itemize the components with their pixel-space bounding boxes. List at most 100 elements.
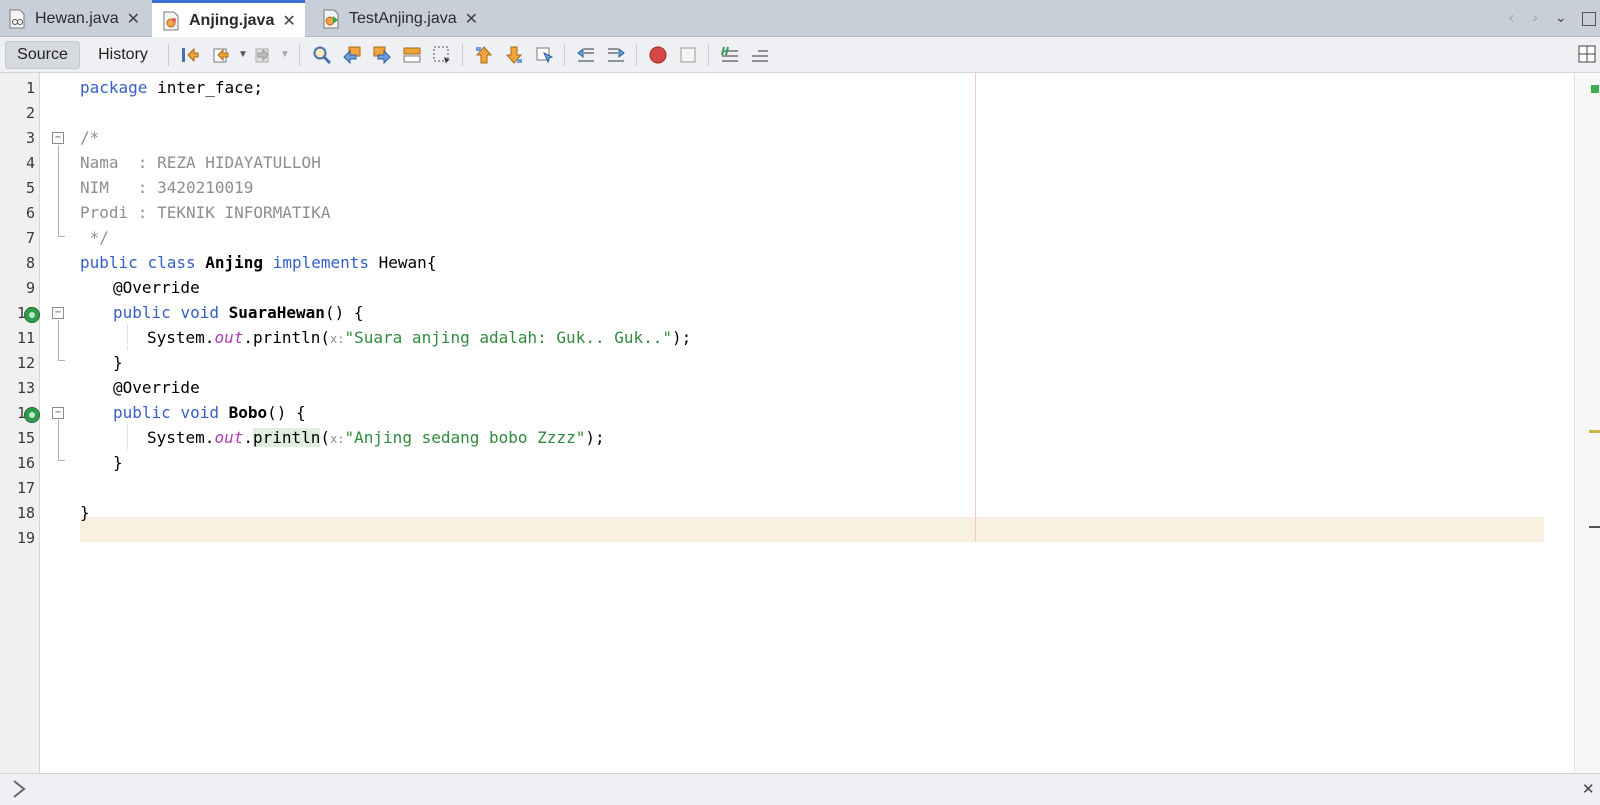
implements-method-icon[interactable] — [24, 307, 40, 323]
line-number: 11 — [16, 329, 35, 347]
toggle-highlight-search-icon[interactable] — [402, 45, 422, 65]
toolbar-separator — [462, 44, 463, 66]
method-name: SuaraHewan — [228, 303, 325, 322]
keyword: class — [147, 253, 196, 272]
right-margin-guide — [975, 73, 976, 542]
java-interface-file-icon — [8, 9, 26, 29]
toolbar-separator — [564, 44, 565, 66]
shift-line-right-icon[interactable] — [606, 45, 626, 65]
caret-position-marker — [1589, 526, 1600, 528]
tab-hewan-java[interactable]: Hewan.java ✕ — [8, 0, 140, 37]
method-name: Bobo — [228, 403, 268, 422]
line-number: 19 — [16, 529, 35, 547]
fold-toggle-icon[interactable]: − — [52, 132, 64, 144]
parameter-hint: x: — [330, 432, 345, 446]
fold-end-marker — [58, 236, 65, 237]
fold-end-marker — [58, 360, 65, 361]
code-line: System.out.println(x:"Anjing sedang bobo… — [147, 425, 605, 450]
tab-anjing-java[interactable]: Anjing.java ✕ — [152, 0, 305, 38]
no-errors-indicator — [1591, 85, 1599, 93]
maximize-window-icon[interactable] — [1582, 12, 1596, 26]
code-line: package inter_face; — [80, 75, 263, 100]
tab-label: TestAnjing.java — [349, 9, 457, 27]
punctuation: ); — [585, 428, 605, 447]
current-line-highlight — [80, 517, 1544, 542]
line-number: 2 — [25, 104, 35, 122]
line-number: 9 — [25, 279, 35, 297]
fold-end-marker — [58, 460, 65, 461]
close-icon[interactable]: ✕ — [127, 9, 140, 28]
keyword: public — [80, 253, 138, 272]
code-line: /* — [80, 128, 100, 147]
history-button[interactable]: History — [86, 41, 160, 69]
source-button[interactable]: Source — [5, 41, 80, 69]
highlighted-method-call: println — [252, 428, 321, 447]
identifier: System. — [147, 428, 215, 447]
line-number: 15 — [16, 429, 35, 447]
line-number: 12 — [16, 354, 35, 372]
keyword: void — [180, 403, 219, 422]
fold-guide-line — [58, 320, 59, 360]
tab-label: Hewan.java — [35, 9, 119, 27]
stop-macro-recording-icon[interactable] — [678, 45, 698, 65]
method-call: .println( — [243, 328, 331, 347]
parameter-hint: x: — [330, 332, 345, 346]
field-name: out — [214, 428, 244, 447]
line-number-gutter: 1 2 3 4 5 6 7 8 9 10 11 12 13 14 15 16 1… — [0, 73, 40, 773]
fold-toggle-icon[interactable]: − — [52, 307, 64, 319]
close-icon[interactable]: ✕ — [1582, 780, 1595, 798]
toggle-rectangular-selection-icon[interactable] — [432, 45, 452, 65]
previous-bookmark-icon[interactable] — [474, 45, 494, 65]
uncomment-icon[interactable] — [750, 45, 770, 65]
java-main-class-file-icon — [322, 9, 340, 29]
close-icon[interactable]: ✕ — [282, 11, 295, 30]
fold-toggle-icon[interactable]: − — [52, 407, 64, 419]
forward-dropdown-icon[interactable]: ▼ — [280, 49, 290, 69]
indent-guide — [127, 425, 128, 450]
last-edit-icon[interactable] — [180, 45, 200, 65]
class-name: Anjing — [205, 253, 264, 272]
keyword: void — [180, 303, 219, 322]
package-name: inter_face; — [147, 78, 264, 97]
error-stripe[interactable] — [1574, 73, 1600, 773]
next-bookmark-icon[interactable] — [504, 45, 524, 65]
find-previous-icon[interactable] — [342, 45, 362, 65]
code-line: @Override — [113, 378, 200, 397]
start-macro-recording-icon[interactable] — [648, 45, 668, 65]
line-number: 16 — [16, 454, 35, 472]
line-number: 17 — [16, 479, 35, 497]
toggle-bookmark-icon[interactable] — [534, 45, 554, 65]
code-line: System.out.println(x:"Suara anjing adala… — [147, 325, 691, 350]
punctuation: ( — [320, 428, 331, 447]
code-line: Nama : REZA HIDAYATULLOH — [80, 153, 321, 172]
implements-method-icon[interactable] — [24, 407, 40, 423]
scroll-tabs-left-icon[interactable]: ‹ — [1508, 8, 1514, 27]
line-number: 18 — [16, 504, 35, 522]
code-line: public void Bobo() { — [113, 400, 306, 425]
comment-icon[interactable] — [720, 45, 740, 65]
expand-output-icon[interactable] — [10, 778, 30, 805]
back-icon[interactable] — [212, 45, 232, 65]
method-signature: () { — [324, 303, 364, 322]
method-signature: () { — [267, 403, 306, 422]
find-next-icon[interactable] — [372, 45, 392, 65]
field-name: out — [214, 328, 244, 347]
shift-line-left-icon[interactable] — [576, 45, 596, 65]
scroll-tabs-right-icon[interactable]: › — [1532, 8, 1538, 27]
code-line: NIM : 3420210019 — [80, 178, 254, 197]
find-selection-icon[interactable] — [312, 45, 332, 65]
java-class-file-icon — [162, 11, 180, 31]
back-dropdown-icon[interactable]: ▼ — [238, 49, 248, 69]
code-line: } — [113, 453, 123, 472]
string-literal: "Suara anjing adalah: Guk.. Guk.." — [344, 328, 673, 347]
indent-guide — [127, 325, 128, 350]
line-number: 4 — [25, 154, 35, 172]
code-line: public void SuaraHewan() { — [113, 300, 363, 325]
occurrence-marker[interactable] — [1589, 430, 1600, 433]
forward-icon[interactable] — [254, 45, 274, 65]
editor-tab-bar: Hewan.java ✕ Anjing.java ✕ TestAnjing.ja… — [0, 0, 1600, 38]
tab-testanjing-java[interactable]: TestAnjing.java ✕ — [322, 0, 478, 37]
show-opened-documents-icon[interactable]: ⌄ — [1555, 10, 1567, 26]
close-icon[interactable]: ✕ — [465, 9, 478, 28]
split-editor-icon[interactable] — [1578, 45, 1598, 65]
